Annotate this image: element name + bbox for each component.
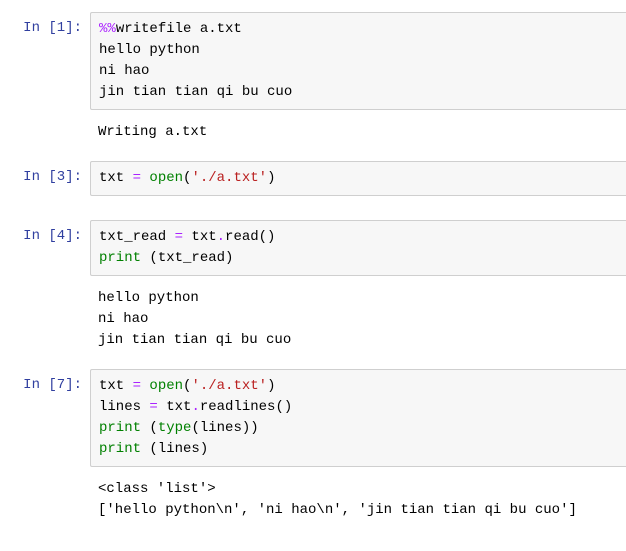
- output-cell: Writing a.txt: [0, 116, 626, 147]
- code-line: txt = open('./a.txt'): [99, 168, 618, 189]
- code-text: txt: [99, 378, 133, 394]
- code-line: hello python: [99, 40, 618, 61]
- code-input[interactable]: txt_read = txt.read()print (txt_read): [90, 220, 626, 276]
- prompt-label: In: [23, 169, 48, 185]
- builtin-token: print: [99, 250, 141, 266]
- code-cell[interactable]: In [1]: %%writefile a.txthello pythonni …: [0, 12, 626, 110]
- input-prompt: In [4]:: [0, 220, 90, 276]
- code-line: %%writefile a.txt: [99, 19, 618, 40]
- builtin-token: type: [158, 420, 192, 436]
- code-cell[interactable]: In [3]: txt = open('./a.txt'): [0, 161, 626, 196]
- operator-token: .: [217, 229, 225, 245]
- output-prompt: [0, 282, 90, 355]
- operator-token: =: [175, 229, 183, 245]
- code-cell[interactable]: In [4]: txt_read = txt.read()print (txt_…: [0, 220, 626, 276]
- code-text: txt_read: [99, 229, 175, 245]
- code-line: txt_read = txt.read(): [99, 227, 618, 248]
- builtin-token: print: [99, 420, 141, 436]
- code-text: txt: [99, 170, 133, 186]
- jupyter-notebook: In [1]: %%writefile a.txthello pythonni …: [0, 0, 626, 551]
- code-text: txt: [183, 229, 217, 245]
- prompt-label: In: [23, 20, 48, 36]
- code-line: lines = txt.readlines(): [99, 397, 618, 418]
- operator-token: =: [133, 170, 141, 186]
- code-text: (lines): [141, 441, 208, 457]
- prompt-number: [1]:: [48, 20, 82, 36]
- string-token: './a.txt': [191, 170, 267, 186]
- code-text: read(): [225, 229, 275, 245]
- code-text: ): [267, 170, 275, 186]
- output-prompt: [0, 116, 90, 147]
- output-text: hello python ni hao jin tian tian qi bu …: [90, 282, 626, 355]
- code-text: txt: [158, 399, 192, 415]
- builtin-token: open: [149, 170, 183, 186]
- code-text: writefile a.txt: [116, 21, 242, 37]
- operator-token: .: [191, 399, 199, 415]
- code-text: readlines(): [200, 399, 292, 415]
- code-text: (: [141, 420, 158, 436]
- code-cell[interactable]: In [7]: txt = open('./a.txt')lines = txt…: [0, 369, 626, 467]
- code-line: ni hao: [99, 61, 618, 82]
- prompt-label: In: [23, 228, 48, 244]
- input-prompt: In [1]:: [0, 12, 90, 110]
- output-text: Writing a.txt: [90, 116, 626, 147]
- output-prompt: [0, 473, 90, 525]
- builtin-token: print: [99, 441, 141, 457]
- input-prompt: In [3]:: [0, 161, 90, 196]
- code-text: (lines)): [191, 420, 258, 436]
- prompt-label: In: [23, 377, 48, 393]
- output-text: [90, 202, 626, 212]
- code-text: lines: [99, 399, 149, 415]
- code-text: ): [267, 378, 275, 394]
- prompt-number: [3]:: [48, 169, 82, 185]
- output-cell: hello python ni hao jin tian tian qi bu …: [0, 282, 626, 355]
- prompt-number: [4]:: [48, 228, 82, 244]
- code-input[interactable]: txt = open('./a.txt'): [90, 161, 626, 196]
- prompt-number: [7]:: [48, 377, 82, 393]
- code-input[interactable]: %%writefile a.txthello pythonni haojin t…: [90, 12, 626, 110]
- code-text: (txt_read): [141, 250, 233, 266]
- code-line: print (lines): [99, 439, 618, 460]
- operator-token: =: [149, 399, 157, 415]
- input-prompt: In [7]:: [0, 369, 90, 467]
- output-cell: <class 'list'> ['hello python\n', 'ni ha…: [0, 473, 626, 525]
- code-input[interactable]: txt = open('./a.txt')lines = txt.readlin…: [90, 369, 626, 467]
- code-line: jin tian tian qi bu cuo: [99, 82, 618, 103]
- code-line: txt = open('./a.txt'): [99, 376, 618, 397]
- code-line: print (type(lines)): [99, 418, 618, 439]
- output-prompt: [0, 202, 90, 212]
- operator-token: =: [133, 378, 141, 394]
- string-token: './a.txt': [191, 378, 267, 394]
- output-text: <class 'list'> ['hello python\n', 'ni ha…: [90, 473, 626, 525]
- code-line: print (txt_read): [99, 248, 618, 269]
- magic-token: %%: [99, 21, 116, 37]
- cell-spacer: [0, 202, 626, 212]
- builtin-token: open: [149, 378, 183, 394]
